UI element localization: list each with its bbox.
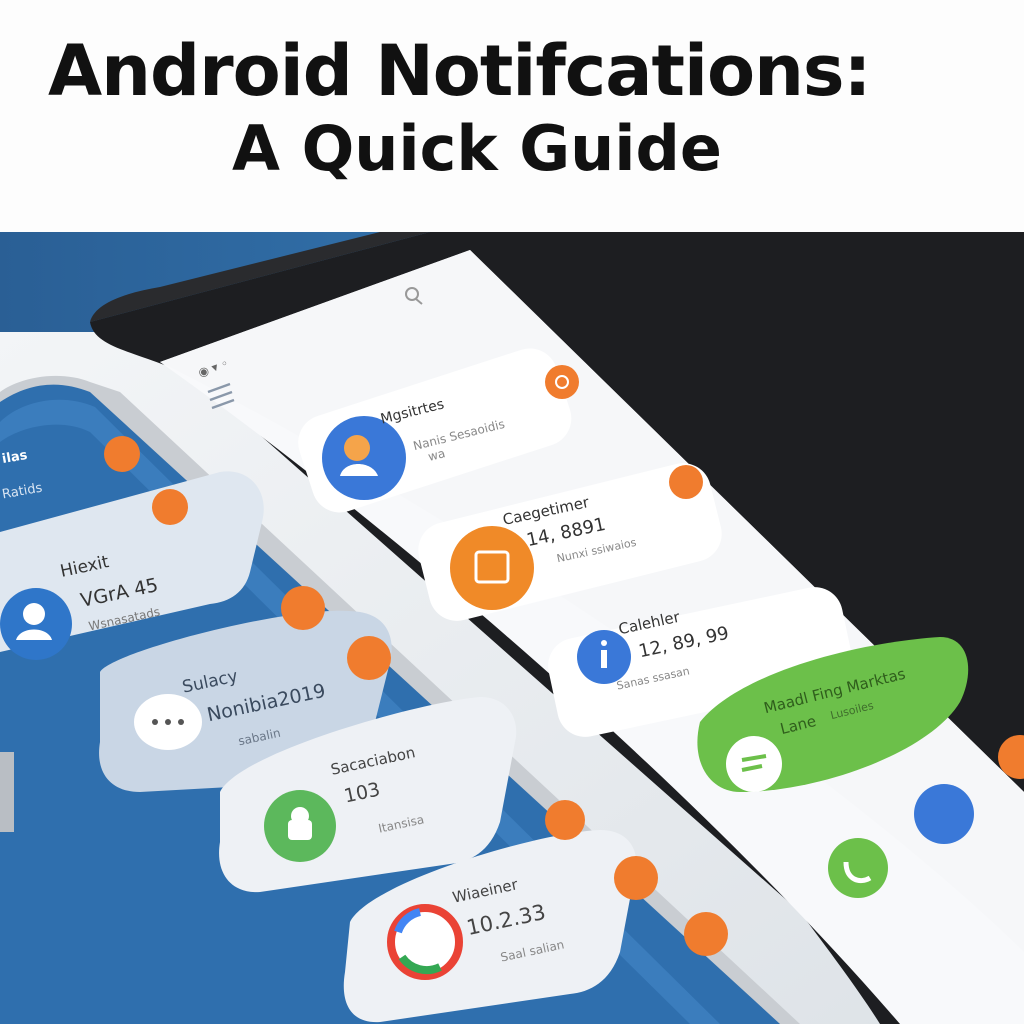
heading-area: Android Notifcations: A Quick Guide <box>0 0 1024 232</box>
title-line-2: A Quick Guide <box>232 112 722 185</box>
back-phone-icon[interactable] <box>828 838 888 898</box>
back-chat-icon[interactable] <box>914 784 974 844</box>
photo-scene: ◉ ▾ ◦ ilas Ratids Hiexit VGrA 45 Wsnasat… <box>0 232 1024 1024</box>
scene-illustration: ◉ ▾ ◦ <box>0 232 1024 1024</box>
title-line-1: Android Notifcations: <box>48 30 872 112</box>
